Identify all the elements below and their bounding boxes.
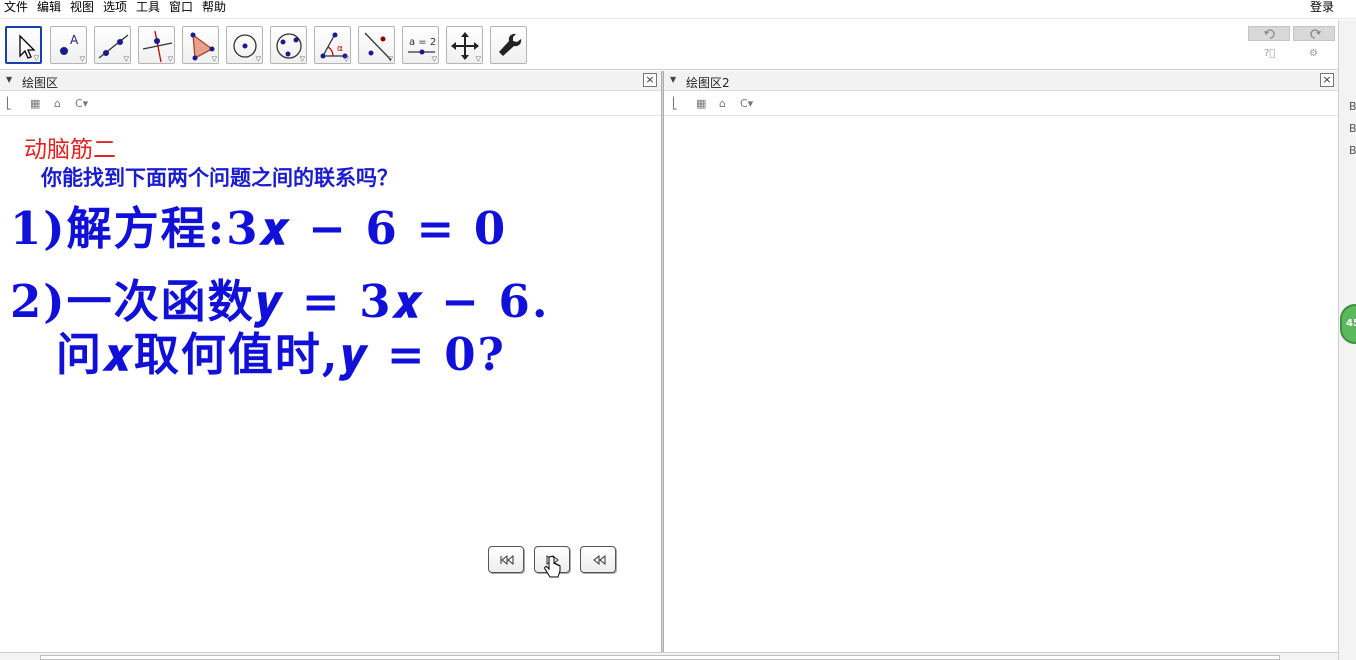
undo-button[interactable] xyxy=(1248,26,1290,41)
axes-toggle-icon[interactable]: ⎣ xyxy=(672,97,678,110)
circle-center-tool-button[interactable]: ▽ xyxy=(226,26,263,64)
toolbar: ▽ A ▽ ▽ ▽ ▽ ▽ ▽ α ▽ ▽ a = 2 ▽ ▽ ?⃝ ⚙ xyxy=(0,20,1346,70)
custom-tools-button[interactable] xyxy=(490,26,527,64)
green-badge[interactable]: 45 xyxy=(1340,304,1356,344)
slider-tool-button[interactable]: a = 2 ▽ xyxy=(402,26,439,64)
move-tool-button[interactable]: ▽ xyxy=(5,26,42,64)
login-link[interactable]: 登录 xyxy=(1310,0,1334,14)
collapse-triangle-icon[interactable]: ▼ xyxy=(6,75,12,84)
skip-back-icon xyxy=(500,554,514,566)
previous-step-button[interactable] xyxy=(580,546,616,573)
menu-bar: 文件 编辑 视图 选项 工具 窗口 帮助 登录 xyxy=(0,0,1356,19)
perpendicular-line-tool-button[interactable]: ▽ xyxy=(138,26,175,64)
chevron-down-icon: ▽ xyxy=(33,54,39,62)
chevron-down-icon: ▽ xyxy=(255,55,261,63)
chevron-down-icon: ▽ xyxy=(431,55,437,63)
svg-text:A: A xyxy=(70,33,79,47)
problem-1-text: 1)解方程:3𝒙 − 6 = 0 xyxy=(10,202,508,255)
graphics-view-2[interactable] xyxy=(664,117,1338,652)
problem-2-question-text: 问𝒙取何值时,𝒚 = 0? xyxy=(56,328,506,381)
chevron-down-icon: ▽ xyxy=(211,55,217,63)
axes-toggle-icon[interactable]: ⎣ xyxy=(6,97,12,110)
chevron-down-icon: ▽ xyxy=(167,55,173,63)
gear-icon[interactable]: ⚙ xyxy=(1309,48,1318,59)
circle-three-points-tool-button[interactable]: ▽ xyxy=(270,26,307,64)
chevron-down-icon: ▽ xyxy=(343,55,349,63)
collapse-triangle-icon[interactable]: ▼ xyxy=(670,75,676,84)
panel-title: 绘图区2 xyxy=(686,76,730,90)
svg-text:a = 2: a = 2 xyxy=(409,37,436,48)
rewind-icon xyxy=(593,554,606,566)
first-step-button[interactable] xyxy=(488,546,524,573)
graphics-panel-header: ▼ 绘图区 × xyxy=(0,71,661,91)
heading-text: 动脑筋二 xyxy=(24,137,116,163)
home-icon[interactable]: ⌂ xyxy=(54,97,61,110)
reflect-tool-button[interactable]: ▽ xyxy=(358,26,395,64)
polygon-tool-button[interactable]: ▽ xyxy=(182,26,219,64)
graphics-style-bar: ⎣ ▦ ⌂ C▾ xyxy=(0,92,661,116)
grid-toggle-icon[interactable]: ▦ xyxy=(696,97,706,110)
menu-window[interactable]: 窗口 xyxy=(169,0,193,14)
input-field[interactable] xyxy=(40,655,1280,660)
svg-text:α: α xyxy=(337,44,343,54)
menu-help[interactable]: 帮助 xyxy=(202,0,226,14)
menu-view[interactable]: 视图 xyxy=(70,0,94,14)
point-capture-icon[interactable]: C▾ xyxy=(75,97,88,110)
redo-button[interactable] xyxy=(1293,26,1335,41)
graphics2-style-bar: ⎣ ▦ ⌂ C▾ xyxy=(664,92,1338,116)
side-label: B xyxy=(1349,100,1356,113)
graphics2-panel-header: ▼ 绘图区2 × xyxy=(664,71,1338,91)
redo-icon xyxy=(1310,29,1321,39)
point-capture-icon[interactable]: C▾ xyxy=(740,97,753,110)
home-icon[interactable]: ⌂ xyxy=(719,97,726,110)
angle-tool-button[interactable]: α ▽ xyxy=(314,26,351,64)
hand-cursor-icon xyxy=(544,556,561,578)
side-label: B xyxy=(1349,144,1356,157)
chevron-down-icon: ▽ xyxy=(475,55,481,63)
wrench-icon xyxy=(499,33,522,56)
point-tool-button[interactable]: A ▽ xyxy=(50,26,87,64)
panel-title: 绘图区 xyxy=(22,76,59,90)
menu-edit[interactable]: 编辑 xyxy=(37,0,61,14)
grid-toggle-icon[interactable]: ▦ xyxy=(30,97,40,110)
side-label: B xyxy=(1349,122,1356,135)
menu-tools[interactable]: 工具 xyxy=(136,0,160,14)
undo-icon xyxy=(1264,29,1275,39)
move-view-tool-button[interactable]: ▽ xyxy=(446,26,483,64)
line-tool-button[interactable]: ▽ xyxy=(94,26,131,64)
chevron-down-icon: ▽ xyxy=(79,55,85,63)
menu-options[interactable]: 选项 xyxy=(103,0,127,14)
close-panel-button[interactable]: × xyxy=(643,73,657,87)
chevron-down-icon: ▽ xyxy=(387,55,393,63)
menu-file[interactable]: 文件 xyxy=(4,0,28,14)
chevron-down-icon: ▽ xyxy=(299,55,305,63)
question-text: 你能找到下面两个问题之间的联系吗？ xyxy=(41,165,398,190)
close-panel-button[interactable]: × xyxy=(1320,73,1334,87)
help-icon[interactable]: ?⃝ xyxy=(1264,48,1275,59)
chevron-down-icon: ▽ xyxy=(123,55,129,63)
